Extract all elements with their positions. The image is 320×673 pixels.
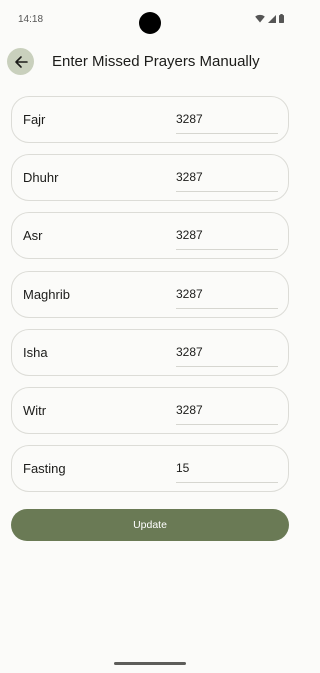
prayer-row-witr: Witr (11, 386, 289, 434)
status-bar: 14:18 (0, 0, 300, 40)
back-button[interactable] (7, 48, 34, 75)
prayer-row-maghrib: Maghrib (11, 270, 289, 318)
camera-cutout (139, 12, 161, 34)
battery-icon (279, 14, 284, 23)
wifi-icon (255, 14, 265, 23)
screen: 14:18 Enter Missed Prayers Manually Fajr (0, 0, 300, 673)
app-bar: Enter Missed Prayers Manually (0, 40, 300, 84)
prayer-row-isha: Isha (11, 328, 289, 376)
row-label: Dhuhr (23, 170, 59, 186)
fasting-count-input[interactable] (176, 456, 278, 484)
prayer-row-fajr: Fajr (11, 96, 289, 143)
page-title: Enter Missed Prayers Manually (52, 53, 260, 70)
status-time: 14:18 (18, 14, 44, 25)
fajr-count-input[interactable] (176, 107, 278, 134)
arrow-left-icon (14, 55, 28, 68)
row-label: Asr (23, 228, 43, 244)
row-label: Fasting (23, 461, 66, 477)
isha-count-input[interactable] (176, 339, 278, 367)
row-label: Fajr (23, 112, 46, 127)
missed-prayers-form: Fajr Dhuhr Asr Maghrib Isha Witr Fasting (11, 96, 289, 503)
update-button[interactable]: Update (11, 509, 289, 541)
prayer-row-dhuhr: Dhuhr (11, 154, 289, 202)
witr-count-input[interactable] (176, 397, 278, 425)
row-label: Isha (23, 344, 48, 360)
prayer-row-asr: Asr (11, 212, 289, 260)
asr-count-input[interactable] (176, 223, 278, 251)
prayer-row-fasting: Fasting (11, 445, 289, 493)
home-indicator[interactable] (114, 662, 186, 665)
dhuhr-count-input[interactable] (176, 165, 278, 193)
signal-icon (268, 14, 276, 23)
status-icons (255, 14, 284, 23)
row-label: Witr (23, 402, 47, 418)
row-label: Maghrib (23, 286, 70, 302)
maghrib-count-input[interactable] (176, 281, 278, 309)
